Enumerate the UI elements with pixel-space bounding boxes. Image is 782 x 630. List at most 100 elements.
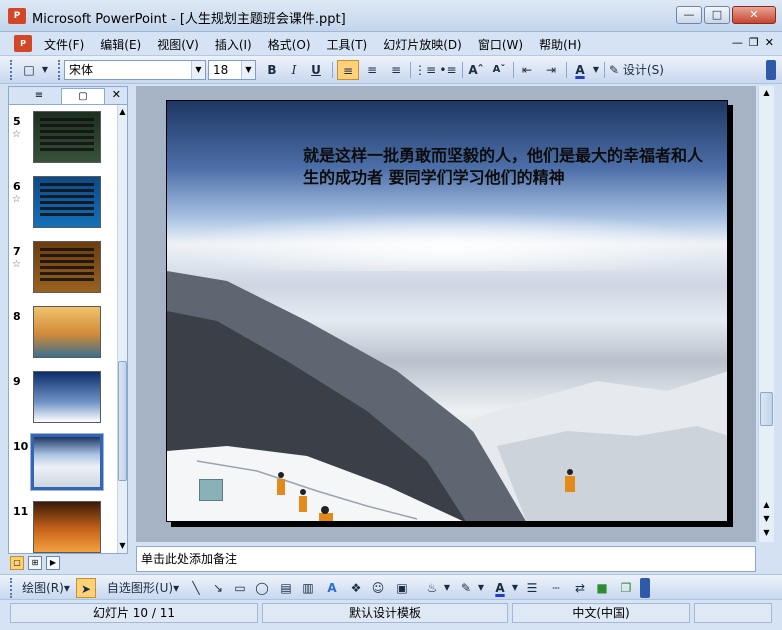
arrow-icon[interactable]: ↘ [208,578,228,598]
new-document-icon[interactable]: □ [18,60,40,80]
slideshow-view-icon[interactable]: ▶ [46,556,60,570]
slide-thumbnail-image[interactable] [33,111,101,163]
slide-thumbnail-image[interactable] [30,433,104,491]
font-color-icon[interactable]: A [569,60,591,80]
oval-icon[interactable]: ◯ [252,578,272,598]
3d-style-icon[interactable]: ❐ [616,578,636,598]
menu-item-3[interactable]: 插入(I) [215,36,260,53]
doc-close-icon[interactable]: ✕ [765,36,774,49]
current-slide[interactable]: 就是这样一批勇敢而坚毅的人，他们是最大的幸福者和人生的成功者 要同学们学习他们的… [166,100,728,522]
slide-thumbnail-5[interactable]: 5 ☆ [9,111,117,173]
scroll-down-icon[interactable]: ▼ [118,539,127,553]
next-slide-icon[interactable]: ▼ [759,512,774,526]
normal-view-icon[interactable]: ▢ [10,556,24,570]
font-size-select[interactable]: 18 ▼ [208,60,256,80]
bold-button[interactable]: B [262,60,282,80]
slide-thumbnail-image[interactable] [33,371,101,423]
rectangle-icon[interactable]: ▭ [230,578,250,598]
draw-menu-button[interactable]: 绘图(R)▾ [18,578,74,598]
chevron-down-icon[interactable]: ▼ [510,578,520,598]
slide-text-box[interactable]: 就是这样一批勇敢而坚毅的人，他们是最大的幸福者和人生的成功者 要同学们学习他们的… [303,145,703,189]
panel-scrollbar-thumb[interactable] [118,361,127,481]
slide-thumbnail-9[interactable]: 9 [9,371,117,433]
font-color-icon[interactable]: A [490,578,510,598]
fill-color-icon[interactable]: ♨ [422,578,442,598]
scroll-up-icon[interactable]: ▲ [759,86,774,100]
close-panel-icon[interactable]: ✕ [112,88,121,101]
menu-item-6[interactable]: 幻灯片放映(D) [383,36,470,53]
bullet-list-icon[interactable]: •≡ [437,60,459,80]
close-button[interactable]: ✕ [732,6,776,24]
align-right-icon[interactable]: ≡ [385,60,407,80]
maximize-button[interactable]: □ [704,6,730,24]
toolbar-grip-2[interactable] [58,60,61,80]
decrease-font-size-icon[interactable]: Aˇ [488,60,510,80]
doc-minimize-icon[interactable]: — [732,36,743,49]
slide-thumbnail-11[interactable]: 11 [9,501,117,553]
picture-icon[interactable]: ▣ [392,578,412,598]
diagram-icon[interactable]: ❖ [346,578,366,598]
slide-thumbnail-image[interactable] [33,241,101,293]
menu-item-8[interactable]: 帮助(H) [539,36,589,53]
align-center-icon[interactable]: ≡ [361,60,383,80]
menu-item-1[interactable]: 编辑(E) [100,36,149,53]
text-box-icon[interactable]: ▤ [276,578,296,598]
notes-pane[interactable]: 单击此处添加备注 [136,546,756,572]
slide-thumbnail-10[interactable]: 10 [9,433,117,498]
scroll-up-icon[interactable]: ▲ [118,105,127,119]
menu-item-4[interactable]: 格式(O) [268,36,319,53]
font-name-select[interactable]: 宋体 ▼ [64,60,206,80]
chevron-down-icon[interactable]: ▼ [591,60,601,80]
line-icon[interactable]: ╲ [186,578,206,598]
decrease-indent-icon[interactable]: ⇤ [516,60,538,80]
line-color-icon[interactable]: ✎ [456,578,476,598]
vertical-text-box-icon[interactable]: ▥ [298,578,318,598]
toolbar-options-icon[interactable]: ▼ [40,60,50,80]
select-objects-icon[interactable]: ➤ [76,578,96,598]
dash-style-icon[interactable]: ┄ [546,578,566,598]
arrow-style-icon[interactable]: ⇄ [570,578,590,598]
slide-scrollbar-thumb[interactable] [760,392,773,426]
slide-thumbnail-image[interactable] [33,501,101,553]
slide-thumbnail-image[interactable] [33,306,101,358]
menu-item-7[interactable]: 窗口(W) [478,36,531,53]
chevron-down-icon[interactable]: ▼ [442,578,452,598]
chevron-down-icon[interactable]: ▼ [476,578,486,598]
wordart-icon[interactable]: A [322,578,342,598]
line-style-icon[interactable]: ☰ [522,578,542,598]
underline-button[interactable]: U [306,60,326,80]
toolbar-overflow-icon[interactable] [640,578,650,598]
slide-thumbnail-7[interactable]: 7 ☆ [9,241,117,303]
toolbar-grip[interactable] [10,60,13,80]
clip-art-icon[interactable]: ☺ [368,578,388,598]
slide-thumbnail-6[interactable]: 6 ☆ [9,176,117,238]
slide-sorter-view-icon[interactable]: ⊞ [28,556,42,570]
menu-item-2[interactable]: 视图(V) [157,36,207,53]
shadow-style-icon[interactable]: ■ [592,578,612,598]
italic-button[interactable]: I [284,60,304,80]
slide-thumbnail-8[interactable]: 8 [9,306,117,368]
panel-scrollbar[interactable]: ▲ ▼ [117,105,127,553]
previous-slide-icon[interactable]: ▲ [759,498,774,512]
increase-indent-icon[interactable]: ⇥ [540,60,562,80]
increase-font-size-icon[interactable]: Aˆ [465,60,487,80]
outline-tab-icon[interactable]: ≡ [19,88,59,104]
design-button[interactable]: ✎ 设计(S) [609,60,671,80]
doc-restore-icon[interactable]: ❐ [749,36,759,49]
numbered-list-icon[interactable]: ⋮≡ [414,60,436,80]
slide-scrollbar[interactable]: ▲ ▲ ▼ ▼ [758,86,774,542]
autoshapes-button[interactable]: 自选图形(U)▾ [102,578,184,598]
slide-thumbnail-image[interactable] [33,176,101,228]
scroll-down-icon[interactable]: ▼ [759,526,774,540]
chevron-down-icon[interactable]: ▼ [241,61,255,79]
toolbar-grip[interactable] [10,578,13,598]
powerpoint-app-icon[interactable]: P [8,8,26,24]
sound-icon[interactable] [199,479,223,501]
menu-item-5[interactable]: 工具(T) [327,36,376,53]
chevron-down-icon[interactable]: ▼ [191,61,205,79]
document-icon[interactable]: P [14,35,32,52]
align-left-icon[interactable]: ≡ [337,60,359,80]
menu-item-0[interactable]: 文件(F) [44,36,92,53]
toolbar-overflow-icon[interactable] [766,60,776,80]
slides-tab-icon[interactable]: ▢ [61,88,105,104]
